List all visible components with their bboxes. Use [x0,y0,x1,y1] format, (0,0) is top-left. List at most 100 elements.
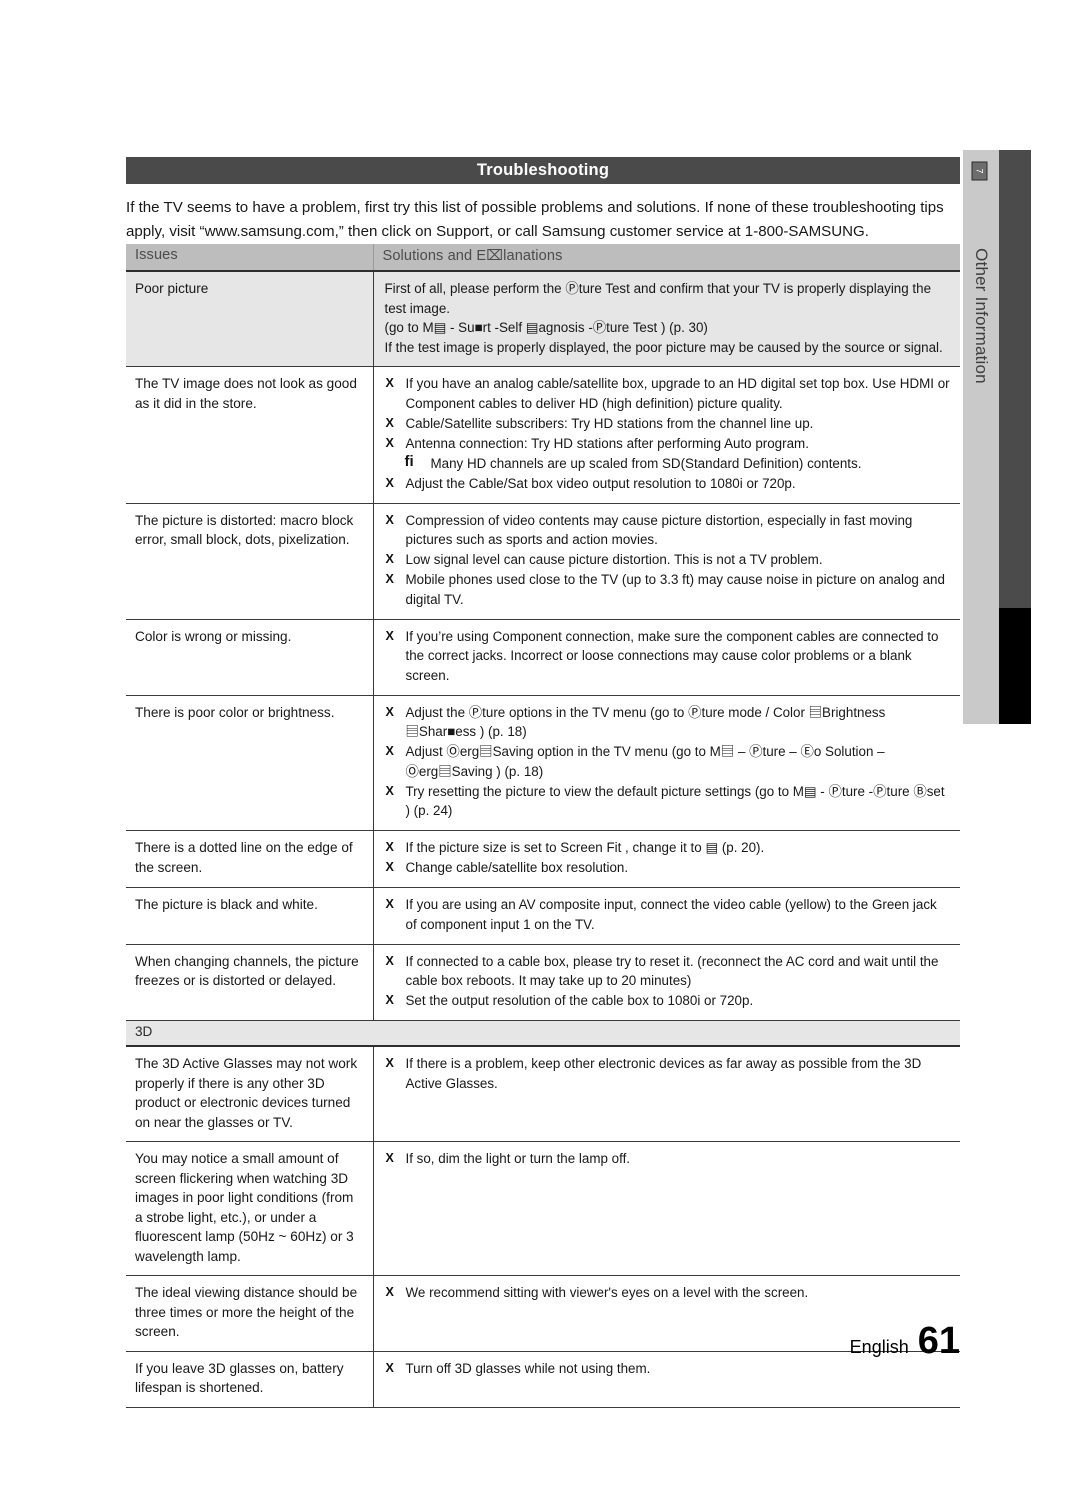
table-header-issues-label: Issues [135,247,178,263]
table-body: Poor picture First of all, please perform… [126,271,960,1408]
solution-cell: First of all, please perform the Ⓟture T… [373,271,960,367]
bullet-marker: X [385,704,394,719]
side-rail-label-text: Other Information [972,248,991,384]
bullet-marker: X [385,1056,394,1070]
solution-bullet-list: X If connected to a cable box, please try… [385,952,951,1011]
bullet-text: If you’re using Component connection, ma… [405,628,939,683]
solution-line: (go to M▤ - Su■rt -Self ▤agnosis -Ⓟture … [384,320,708,335]
bullet-marker: X [385,897,394,911]
solution-bullet: X Set the output resolution of the cable … [385,991,951,1011]
side-rail-black-bar [999,608,1031,724]
solution-bullet: fi Many HD channels are up scaled from SD… [385,452,951,474]
bullet-marker: X [385,628,394,643]
bullet-text: If there is a problem, keep other electr… [405,1056,922,1091]
table-row: The 3D Active Glasses may not work prope… [126,1046,960,1142]
solution-cell: X If you have an analog cable/satellite b… [373,366,960,504]
issue-text: The TV image does not look as good as it… [135,376,357,411]
intro-paragraph: If the TV seems to have a problem, first… [126,199,944,240]
solution-bullet: X We recommend sitting with viewer's eyes… [385,1283,951,1303]
issue-text: The 3D Active Glasses may not work prope… [135,1056,358,1130]
solution-block: X If you’re using Component connection, m… [385,627,951,686]
issue-text: There is a dotted line on the edge of th… [135,840,353,875]
issue-cell: When changing channels, the picture free… [126,944,374,1021]
table-row: You may notice a small amount of screen … [126,1141,960,1276]
table-row: There is a dotted line on the edge of th… [126,830,960,888]
solution-bullet: X Try resetting the picture to view the d… [385,782,951,821]
bullet-marker: fi [404,452,414,470]
bullet-marker: X [385,1285,394,1299]
solution-bullet: X Compression of video contents may cause… [385,511,951,550]
solution-block: X If you have an analog cable/satellite b… [385,374,951,493]
solution-block: X If connected to a cable box, please try… [385,952,951,1011]
table-row: The picture is black and white. X If you a… [126,887,960,945]
solution-bullet-list: X Compression of video contents may cause… [385,511,951,610]
solution-bullet-list: X We recommend sitting with viewer's eyes… [385,1283,951,1303]
bullet-text: If you are using an AV composite input, … [405,897,937,932]
issue-cell: The picture is distorted: macro block er… [126,503,374,620]
solution-bullet-list: X If the picture size is set to Screen Fi… [385,838,951,878]
solution-line: If the test image is properly displayed,… [384,339,943,355]
solution-bullet-list: X If so, dim the light or turn the lamp o… [385,1149,951,1169]
solution-block: X If the picture size is set to Screen Fi… [385,838,951,878]
table-row: The TV image does not look as good as it… [126,366,960,504]
side-rail-label: Other Information [963,196,999,496]
solution-bullet-list: X If there is a problem, keep other elect… [385,1054,951,1093]
bullet-marker: X [385,783,394,798]
bullet-marker: X [385,1151,394,1165]
boxed-arrow-icon-glyph: 7 [971,161,987,181]
solution-line: First of all, please perform the Ⓟture T… [384,281,932,316]
solution-block: X If so, dim the light or turn the lamp o… [385,1149,951,1169]
solution-bullet: X Cable/Satellite subscribers: Try HD sta… [385,414,951,434]
issue-text: Poor picture [135,281,209,296]
table-row: The picture is distorted: macro block er… [126,503,960,620]
boxed-arrow-icon: 7 [967,159,991,183]
solution-bullet: X If there is a problem, keep other elect… [385,1054,951,1093]
table-row: When changing channels, the picture free… [126,944,960,1021]
section-header-row-3d: 3D [126,1020,960,1047]
section-header-cell: 3D [126,1020,960,1047]
solution-bullet-list: X If you are using an AV composite input,… [385,895,951,934]
solution-block: X If you are using an AV composite input,… [385,895,951,934]
issue-cell: The picture is black and white. [126,887,374,945]
table-row: Color is wrong or missing. X If you’re usi… [126,619,960,696]
footer-language: English [849,1337,909,1357]
bullet-marker: X [385,376,394,390]
section-header-label: 3D [135,1024,153,1039]
table-row: There is poor color or brightness. X Adjus… [126,695,960,831]
solution-bullet-list: X Adjust the Ⓟture options in the TV menu… [385,703,951,821]
issue-text: You may notice a small amount of screen … [135,1151,354,1264]
issue-cell: The TV image does not look as good as it… [126,366,374,504]
solution-cell: X If so, dim the light or turn the lamp o… [373,1141,960,1276]
issue-text: Color is wrong or missing. [135,628,292,644]
troubleshooting-table: Issues Solutions and E⌧lanations Poor pi… [126,244,960,1408]
bullet-text: Mobile phones used close to the TV (up t… [405,572,945,607]
bullet-marker: X [385,415,394,430]
bullet-text: Low signal level can cause picture disto… [405,552,823,567]
solution-cell: X Adjust the Ⓟture options in the TV menu… [373,695,960,831]
solution-block: X Adjust the Ⓟture options in the TV menu… [385,703,951,821]
bullet-text: We recommend sitting with viewer's eyes … [405,1285,809,1300]
issue-cell: There is a dotted line on the edge of th… [126,830,374,888]
table-row: Poor picture First of all, please perform… [126,271,960,367]
issue-text: There is poor color or brightness. [135,704,335,720]
document-page: 7 Other Information Troubleshooting If t… [0,0,1080,1494]
issue-text: The picture is black and white. [135,897,318,912]
bullet-text: Adjust Ⓞerg▤Saving option in the TV menu… [405,744,885,779]
bullet-text: Compression of video contents may cause … [405,512,913,548]
page-footer: English 61 [0,1320,960,1363]
issue-text: If you leave 3D glasses on, battery life… [135,1360,344,1396]
solution-bullet: X Mobile phones used close to the TV (up … [385,570,951,609]
bullet-marker: X [385,475,394,490]
solution-cell: X If you’re using Component connection, m… [373,619,960,696]
table-header-issues: Issues [126,244,373,272]
bullet-text: If so, dim the light or turn the lamp of… [405,1151,631,1166]
bullet-text: Many HD channels are up scaled from SD(S… [430,455,862,471]
page-title: Troubleshooting [126,157,960,184]
solution-block: First of all, please perform the Ⓟture T… [385,279,951,357]
solution-bullet: X If you are using an AV composite input,… [385,895,951,934]
footer-page-number: 61 [917,1320,960,1362]
solution-bullet-list: X If you have an analog cable/satellite b… [385,374,951,493]
bullet-marker: X [385,435,394,450]
solution-cell: X If you are using an AV composite input,… [373,887,960,945]
table-header-solutions: Solutions and E⌧lanations [372,244,960,272]
